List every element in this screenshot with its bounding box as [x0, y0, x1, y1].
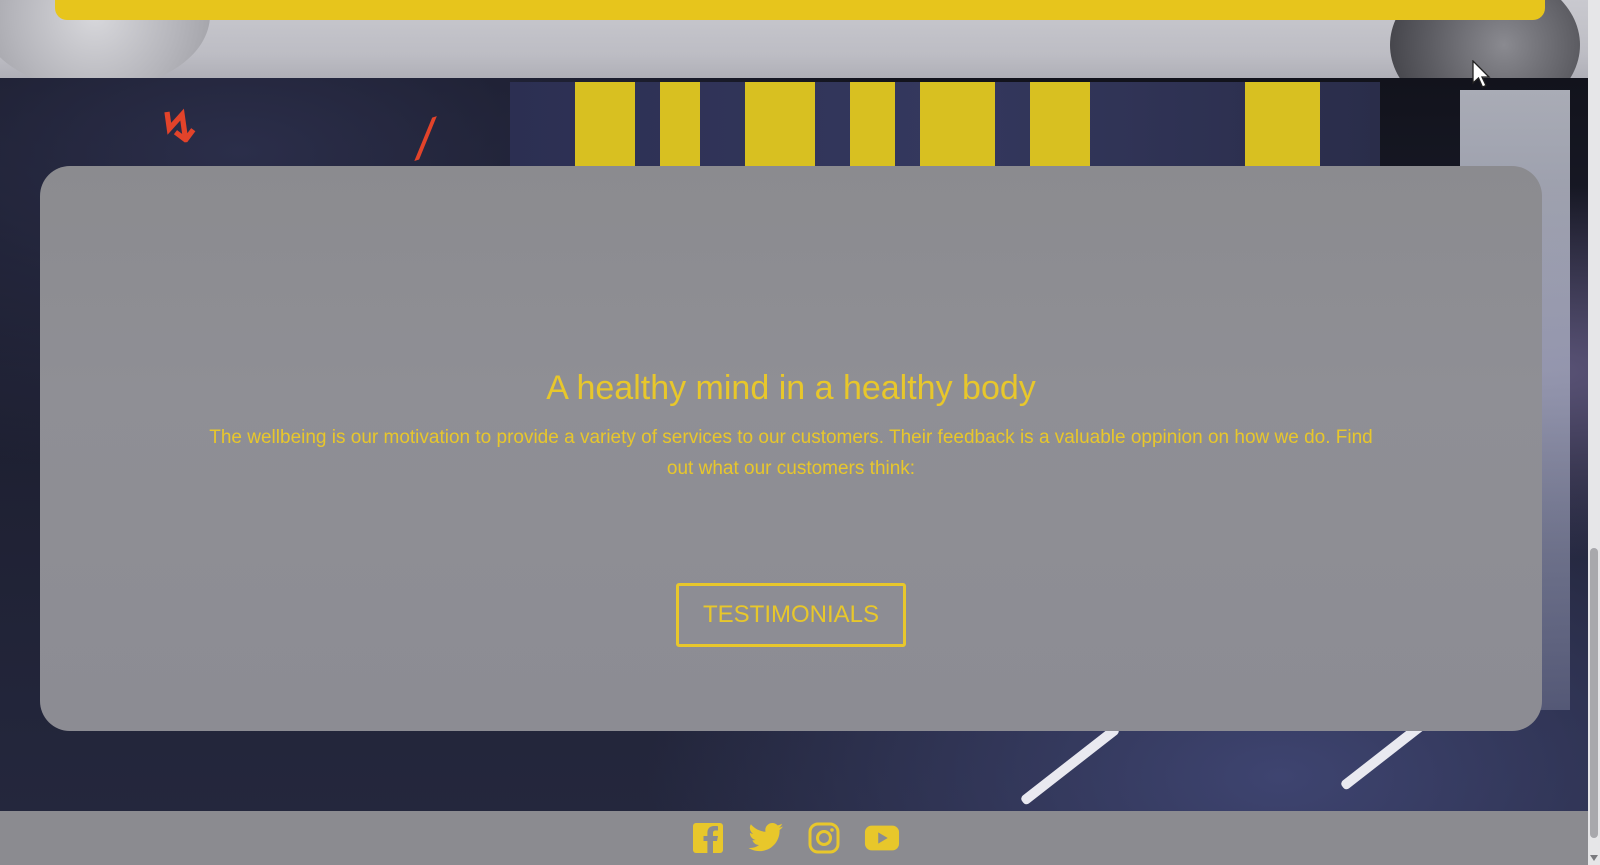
header-accent-bar	[55, 0, 1545, 20]
facebook-icon[interactable]	[690, 820, 726, 856]
sign-letter-shape	[745, 82, 815, 172]
scrollbar-thumb[interactable]	[1590, 548, 1598, 838]
sign-letter-shape	[660, 82, 700, 172]
hero-title: A healthy mind in a healthy body	[546, 369, 1036, 407]
sign-letter-shape	[1245, 82, 1320, 172]
twitter-icon[interactable]	[748, 820, 784, 856]
vertical-scrollbar[interactable]	[1588, 0, 1600, 865]
hero-description: The wellbeing is our motivation to provi…	[209, 427, 1373, 479]
sign-letter-shape	[920, 82, 995, 172]
header-background-image	[0, 0, 1600, 120]
hero-card: A healthy mind in a healthy body The wel…	[40, 166, 1542, 731]
scroll-down-arrow-icon[interactable]	[1590, 855, 1598, 861]
footer	[0, 811, 1590, 865]
mouse-cursor-icon	[1472, 60, 1491, 88]
sign-letter-shape	[1030, 82, 1090, 172]
testimonials-button[interactable]: TESTIMONIALS	[676, 583, 906, 647]
sign-letter-shape	[850, 82, 895, 172]
youtube-icon[interactable]	[864, 820, 900, 856]
instagram-icon[interactable]	[806, 820, 842, 856]
page: ↯ ⟋ A healthy mind in a healthy body The…	[0, 0, 1600, 865]
sign-letter-shape	[575, 82, 635, 172]
